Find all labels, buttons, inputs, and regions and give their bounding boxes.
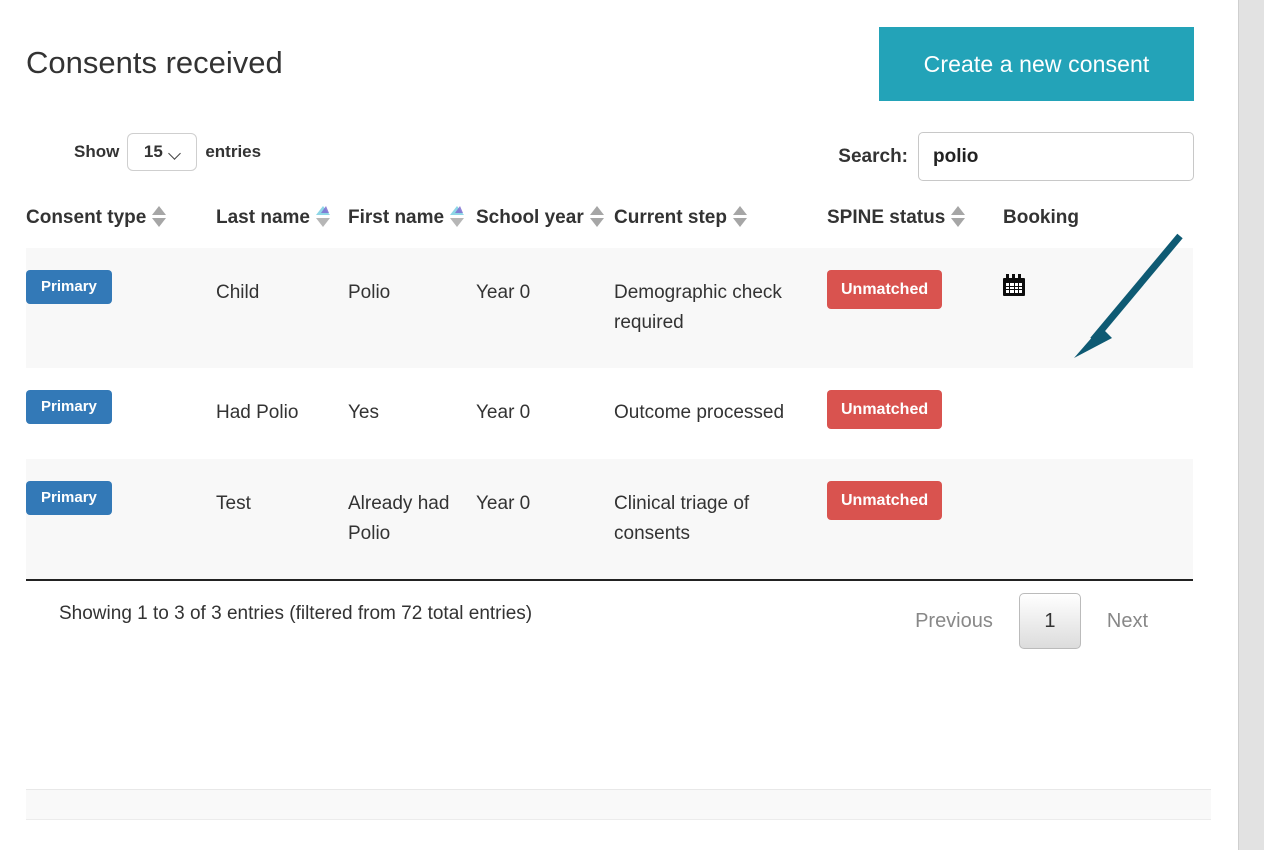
search-control: Search: [838, 132, 1194, 181]
column-header-consent-type[interactable]: Consent type [26, 192, 216, 248]
column-label: First name [348, 202, 444, 234]
page-length-value: 15 [144, 142, 163, 162]
table-info: Showing 1 to 3 of 3 entries (filtered fr… [59, 603, 532, 625]
cell-first-name: Already had Polio [348, 459, 476, 580]
search-input[interactable] [918, 132, 1194, 181]
sort-toggle-icon[interactable] [150, 204, 168, 234]
cell-current-step: Demographic check required [614, 248, 827, 368]
column-header-spine-status[interactable]: SPINE status [827, 192, 1003, 248]
pagination: Previous 1 Next [899, 593, 1164, 649]
table-controls: Show 15 entries Search: [0, 120, 1238, 192]
page-header: Consents received Create a new consent [0, 0, 1238, 120]
column-header-first-name[interactable]: First name [348, 192, 476, 248]
column-header-last-name[interactable]: Last name [216, 192, 348, 248]
column-label: Current step [614, 202, 727, 234]
status-badge: Unmatched [827, 481, 942, 520]
page-title: Consents received [26, 44, 283, 82]
show-label: Show [74, 142, 119, 162]
consents-table: Consent type Last name First name [26, 192, 1193, 581]
column-header-school-year[interactable]: School year [476, 192, 614, 248]
cell-spine-status: Unmatched [827, 459, 1003, 580]
cell-consent-type: Primary [26, 368, 216, 459]
cell-consent-type: Primary [26, 248, 216, 368]
sort-toggle-icon[interactable] [588, 204, 606, 234]
calendar-icon[interactable] [1003, 274, 1025, 296]
pagination-page-1[interactable]: 1 [1019, 593, 1081, 649]
consent-type-badge: Primary [26, 270, 112, 304]
table-body: Primary Child Polio Year 0 Demographic c… [26, 248, 1193, 580]
table-row[interactable]: Primary Test Already had Polio Year 0 Cl… [26, 459, 1193, 580]
column-label: SPINE status [827, 202, 945, 234]
pagination-next[interactable]: Next [1091, 593, 1164, 649]
entries-label: entries [205, 142, 261, 162]
cell-school-year: Year 0 [476, 248, 614, 368]
cell-school-year: Year 0 [476, 459, 614, 580]
search-label: Search: [838, 146, 908, 168]
column-label: School year [476, 202, 584, 234]
cell-school-year: Year 0 [476, 368, 614, 459]
column-label: Consent type [26, 202, 146, 234]
create-new-consent-button[interactable]: Create a new consent [879, 27, 1194, 101]
cell-last-name: Had Polio [216, 368, 348, 459]
cell-spine-status: Unmatched [827, 368, 1003, 459]
column-header-booking[interactable]: Booking [1003, 192, 1193, 248]
vertical-scrollbar[interactable] [1238, 0, 1264, 850]
cell-booking [1003, 459, 1193, 580]
consent-type-badge: Primary [26, 481, 112, 515]
column-label: Last name [216, 202, 310, 234]
cell-consent-type: Primary [26, 459, 216, 580]
main-content: Consents received Create a new consent S… [0, 0, 1238, 850]
page-length-control: Show 15 entries [74, 133, 261, 171]
page-length-select[interactable]: 15 [127, 133, 197, 171]
cell-first-name: Polio [348, 248, 476, 368]
cell-spine-status: Unmatched [827, 248, 1003, 368]
table-row[interactable]: Primary Child Polio Year 0 Demographic c… [26, 248, 1193, 368]
page-root: Consents received Create a new consent S… [0, 0, 1264, 850]
column-header-current-step[interactable]: Current step [614, 192, 827, 248]
cell-booking [1003, 248, 1193, 368]
sort-toggle-icon[interactable] [448, 204, 466, 234]
consent-type-badge: Primary [26, 390, 112, 424]
table-footer: Showing 1 to 3 of 3 entries (filtered fr… [26, 581, 1193, 667]
table-row[interactable]: Primary Had Polio Yes Year 0 Outcome pro… [26, 368, 1193, 459]
status-badge: Unmatched [827, 390, 942, 429]
cell-current-step: Outcome processed [614, 368, 827, 459]
pagination-previous[interactable]: Previous [899, 593, 1009, 649]
bottom-section-bar [26, 789, 1211, 820]
sort-toggle-icon[interactable] [314, 204, 332, 234]
table-header: Consent type Last name First name [26, 192, 1193, 248]
chevron-down-icon [170, 149, 181, 156]
table-header-row: Consent type Last name First name [26, 192, 1193, 248]
cell-current-step: Clinical triage of consents [614, 459, 827, 580]
status-badge: Unmatched [827, 270, 942, 309]
cell-last-name: Child [216, 248, 348, 368]
cell-first-name: Yes [348, 368, 476, 459]
sort-toggle-icon[interactable] [949, 204, 967, 234]
sort-toggle-icon[interactable] [731, 204, 749, 234]
cell-last-name: Test [216, 459, 348, 580]
cell-booking [1003, 368, 1193, 459]
column-label: Booking [1003, 202, 1079, 234]
